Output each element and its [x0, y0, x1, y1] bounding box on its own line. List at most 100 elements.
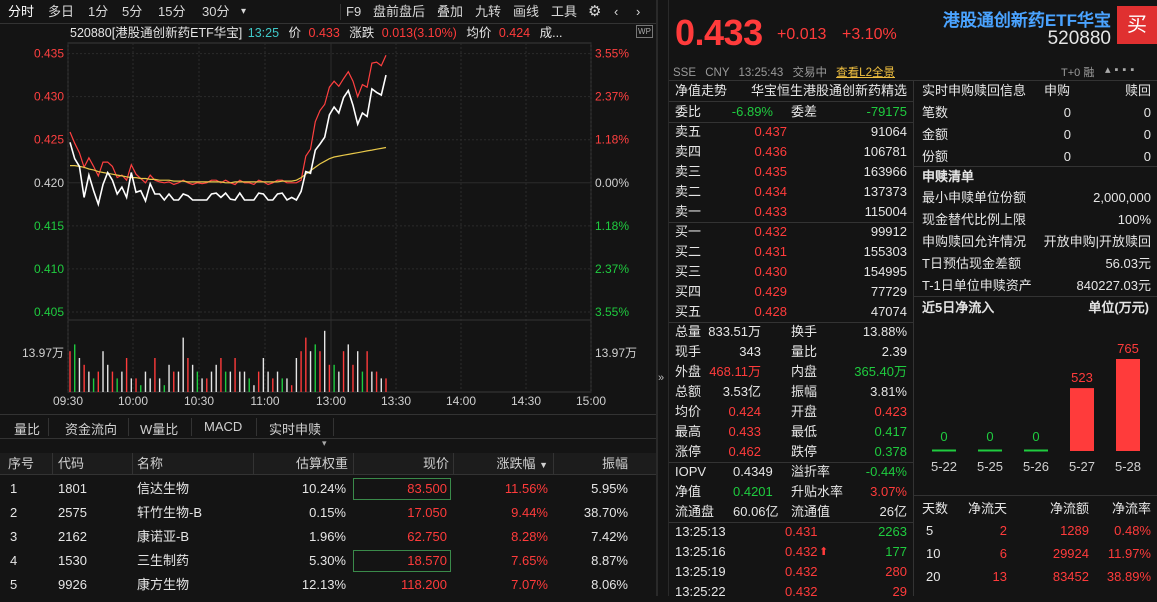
flow-amount: 29924 [1052, 546, 1089, 561]
row-code: 9926 [58, 577, 87, 592]
tab-15min[interactable]: 15分 [158, 2, 185, 22]
stat-value: 2.39 [881, 344, 907, 359]
row-index: 2 [10, 505, 18, 520]
ask-level[interactable]: 卖二 0.434 137373 [669, 182, 913, 202]
row-weight: 1.96% [309, 529, 346, 544]
col-change[interactable]: 涨跌幅 ▼ [496, 453, 548, 476]
weibi-value: -6.89% [731, 104, 773, 119]
tick-price: 0.431 [785, 524, 818, 539]
flow-rate: 11.97% [1107, 546, 1151, 561]
bid-level[interactable]: 买五 0.428 47074 [669, 302, 913, 322]
tab-liangbi[interactable]: 量比 [14, 419, 40, 438]
col-index[interactable]: 序号 [8, 453, 34, 475]
col-price[interactable]: 现价 [423, 453, 449, 475]
tab-30min[interactable]: 30分 [202, 2, 229, 22]
volume-right-label: 13.97万 [595, 346, 637, 360]
list-row: 申购赎回允许情况 开放申购|开放赎回 [914, 232, 1157, 252]
net-inflow-chart: 0 5-22 0 5-25 0 5-26 523 5-27 765 5-28 [931, 341, 1141, 474]
tab-1min[interactable]: 1分 [88, 2, 108, 22]
tab-wliangbi[interactable]: W量比 [140, 419, 178, 438]
gear-icon[interactable]: ⚙ [588, 2, 601, 22]
inflow-value-label: 0 [940, 429, 947, 444]
row-change: 7.65% [511, 553, 548, 568]
subscription-panel: 实时申购赎回信息 申购 赎回 笔数 0 0 金额 0 0 份额 0 0 申赎清单 最小申赎单位份… [914, 80, 1157, 596]
tab-fenshi[interactable]: 分时 [8, 2, 34, 22]
table-row[interactable]: 4 1530 三生制药 5.30% 18.570 7.65% 8.87% [0, 549, 656, 573]
col-weight[interactable]: 估算权重 [296, 453, 348, 475]
ask-level[interactable]: 卖四 0.436 106781 [669, 142, 913, 162]
ask-level[interactable]: 卖五 0.437 91064 [669, 122, 913, 142]
bid-level[interactable]: 买四 0.429 77729 [669, 282, 913, 302]
list-value: 2,000,000 [1093, 190, 1151, 205]
tab-5min[interactable]: 5分 [122, 2, 142, 22]
table-row[interactable]: 1 1801 信达生物 10.24% 83.500 11.56% 5.95% [0, 477, 656, 501]
level-volume: 155303 [863, 244, 907, 259]
tab-macd[interactable]: MACD [204, 419, 242, 434]
tab-shenshu[interactable]: 实时申赎 [269, 419, 321, 438]
col-name[interactable]: 名称 [137, 453, 163, 475]
table-row[interactable]: 5 9926 康方生物 12.13% 118.200 7.07% 8.06% [0, 573, 656, 597]
l2-link[interactable]: 查看L2全景 [836, 67, 895, 79]
bid-level[interactable]: 买一 0.432 99912 [669, 222, 913, 242]
inflow-value-label: 0 [986, 429, 993, 444]
inflow-date-label: 5-25 [977, 459, 1003, 474]
table-row[interactable]: 2 2575 轩竹生物-B 0.15% 17.050 9.44% 38.70% [0, 501, 656, 525]
table-row[interactable]: 3 2162 康诺亚-B 1.96% 62.750 8.28% 7.42% [0, 525, 656, 549]
panel-toggle-icon[interactable]: » [658, 372, 668, 384]
overlay-button[interactable]: 叠加 [437, 2, 463, 22]
price-change: +0.013 [777, 26, 827, 43]
buy-button[interactable]: 买 [1117, 6, 1157, 44]
draw-button[interactable]: 画线 [513, 2, 539, 22]
collapse-arrow-icon[interactable]: ▾ [322, 438, 327, 449]
level-price: 0.434 [754, 184, 787, 199]
level-price: 0.428 [754, 304, 787, 319]
tab-dropdown-icon[interactable]: ▾ [241, 2, 246, 22]
nine-turn-button[interactable]: 九转 [475, 2, 501, 22]
security-code: 520880 [1047, 28, 1111, 49]
indicator-tabs: 量比 资金流向 W量比 MACD 实时申赎 [0, 414, 656, 439]
stat-row: 现手 343 量比 2.39 [669, 342, 913, 362]
prev-icon[interactable]: ‹ [614, 2, 618, 22]
bid-level[interactable]: 买三 0.430 154995 [669, 262, 913, 282]
stat-value: 0.423 [874, 404, 907, 419]
level-label: 买一 [675, 224, 702, 239]
stat-value: 468.11万 [709, 364, 761, 379]
sub-buy-value: 0 [1063, 149, 1071, 164]
col-amplitude[interactable]: 振幅 [602, 453, 628, 475]
toolbar-icons[interactable]: ▴▪▪▪ [1105, 63, 1138, 76]
row-change: 8.28% [511, 529, 548, 544]
level-label: 卖一 [675, 204, 702, 219]
tab-duori[interactable]: 多日 [48, 2, 74, 22]
row-amplitude: 5.95% [591, 481, 628, 496]
premarket-button[interactable]: 盘前盘后 [373, 2, 425, 22]
stat-row: 总额 3.53亿 振幅 3.81% [669, 382, 913, 402]
row-name: 轩竹生物-B [137, 505, 203, 520]
tools-button[interactable]: 工具 [551, 2, 577, 22]
flow-col-rate: 净流率 [1111, 501, 1151, 516]
ask-level[interactable]: 卖三 0.435 163966 [669, 162, 913, 182]
stat-value: 0.433 [728, 424, 761, 439]
f9-button[interactable]: F9 [346, 2, 361, 22]
ask-level[interactable]: 卖一 0.433 115004 [669, 202, 913, 222]
level-volume: 91064 [870, 124, 907, 139]
row-amplitude: 7.42% [591, 529, 628, 544]
time-tick-label: 11:00 [250, 394, 279, 408]
level-volume: 115004 [864, 204, 907, 219]
intraday-chart[interactable]: 0.435 3.55% 0.430 2.37% 0.425 1.18% 0.420 0.00%… [0, 24, 656, 414]
level-volume: 77729 [870, 284, 907, 299]
nav-trend-label[interactable]: 净值走势 [675, 81, 727, 101]
flow-table-row: 5 2 1289 0.48% [914, 521, 1157, 541]
iopv-label: 净值 [675, 484, 702, 499]
stat-label: 总额 [675, 384, 702, 399]
flow-col-days-in: 净流天 [967, 501, 1007, 516]
sub-buy-value: 0 [1063, 127, 1071, 142]
stat-label: 最高 [675, 424, 702, 439]
stat-value: 343 [739, 344, 761, 359]
row-price: 17.050 [407, 505, 447, 520]
bid-level[interactable]: 买二 0.431 155303 [669, 242, 913, 262]
col-code[interactable]: 代码 [58, 453, 84, 475]
inflow-value-label: 0 [1032, 429, 1039, 444]
tab-zijin[interactable]: 资金流向 [65, 419, 117, 438]
weibi-label: 委比 [675, 104, 702, 119]
next-icon[interactable]: › [636, 2, 640, 22]
